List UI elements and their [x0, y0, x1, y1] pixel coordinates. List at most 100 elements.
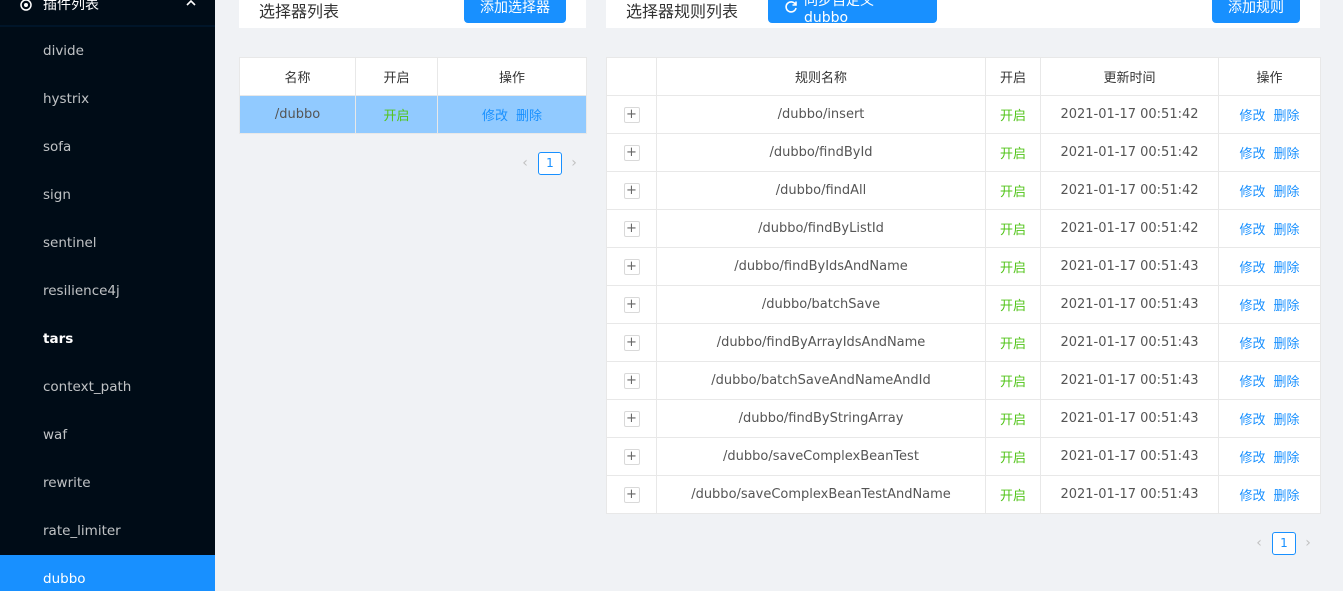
sidebar-item-waf[interactable]: waf [0, 411, 215, 459]
delete-link[interactable]: 删除 [1274, 109, 1300, 124]
status-text: 开启 [985, 171, 1041, 210]
updated-time: 2021-01-17 00:51:42 [1040, 95, 1219, 134]
delete-link[interactable]: 删除 [516, 109, 542, 124]
table-row[interactable]: + /dubbo/findByArrayIdsAndName 开启 2021-0… [606, 323, 1321, 362]
selector-table: 名称 开启 操作 /dubbo 开启 修改 删除 [239, 57, 587, 134]
table-row[interactable]: /dubbo 开启 修改 删除 [239, 95, 587, 134]
chevron-left-icon[interactable]: ‹ [1252, 532, 1266, 554]
table-row[interactable]: + /dubbo/batchSaveAndNameAndId 开启 2021-0… [606, 361, 1321, 400]
table-row[interactable]: + /dubbo/insert 开启 2021-01-17 00:51:42 修… [606, 95, 1321, 134]
expand-row-button[interactable]: + [623, 258, 640, 275]
expand-row-button[interactable]: + [623, 144, 640, 161]
edit-link[interactable]: 修改 [1239, 299, 1265, 314]
delete-link[interactable]: 删除 [1274, 337, 1300, 352]
rule-pagination: ‹ 1 › [1252, 532, 1318, 555]
sidebar-item-context-path[interactable]: context_path [0, 363, 215, 411]
status-text: 开启 [985, 437, 1041, 476]
updated-time: 2021-01-17 00:51:42 [1040, 133, 1219, 172]
chevron-left-icon[interactable]: ‹ [518, 152, 532, 174]
status-text: 开启 [985, 475, 1041, 514]
edit-link[interactable]: 修改 [1239, 375, 1265, 390]
table-row[interactable]: + /dubbo/saveComplexBeanTest 开启 2021-01-… [606, 437, 1321, 476]
updated-time: 2021-01-17 00:51:43 [1040, 361, 1219, 400]
chevron-up-icon[interactable] [186, 0, 196, 8]
delete-link[interactable]: 删除 [1274, 451, 1300, 466]
sidebar-item-rate-limiter[interactable]: rate_limiter [0, 507, 215, 555]
expand-row-button[interactable]: + [623, 372, 640, 389]
edit-link[interactable]: 修改 [1239, 451, 1265, 466]
rule-name: /dubbo/batchSave [656, 285, 986, 324]
table-row[interactable]: + /dubbo/saveComplexBeanTestAndName 开启 2… [606, 475, 1321, 514]
sync-dubbo-button[interactable]: 同步自定义 dubbo [768, 0, 937, 26]
sidebar-item-sofa[interactable]: sofa [0, 123, 215, 171]
sidebar-item-tars[interactable]: tars [0, 315, 215, 363]
rule-name: /dubbo/findAll [656, 171, 986, 210]
status-text: 开启 [985, 133, 1041, 172]
row-actions: 修改 删除 [1218, 437, 1321, 476]
sidebar-item-sentinel[interactable]: sentinel [0, 219, 215, 267]
table-row[interactable]: + /dubbo/findByIdsAndName 开启 2021-01-17 … [606, 247, 1321, 286]
submenu-title: 插件列表 [43, 0, 99, 13]
expand-row-button[interactable]: + [623, 220, 640, 237]
delete-link[interactable]: 删除 [1274, 375, 1300, 390]
updated-time: 2021-01-17 00:51:43 [1040, 285, 1219, 324]
edit-link[interactable]: 修改 [1239, 489, 1265, 504]
status-text: 开启 [985, 95, 1041, 134]
rule-panel-title: 选择器规则列表 [626, 2, 739, 21]
rule-table: 规则名称 开启 更新时间 操作 + /dubbo/insert 开启 2021-… [606, 57, 1321, 514]
chevron-right-icon[interactable]: › [567, 152, 581, 174]
setting-icon [20, 0, 32, 11]
page-number[interactable]: 1 [1272, 532, 1296, 555]
rule-name: /dubbo/insert [656, 95, 986, 134]
updated-time: 2021-01-17 00:51:43 [1040, 323, 1219, 362]
edit-link[interactable]: 修改 [1239, 147, 1265, 162]
expand-row-button[interactable]: + [623, 410, 640, 427]
rule-name: /dubbo/findByIdsAndName [656, 247, 986, 286]
table-row[interactable]: + /dubbo/findByStringArray 开启 2021-01-17… [606, 399, 1321, 438]
edit-link[interactable]: 修改 [1239, 261, 1265, 276]
edit-link[interactable]: 修改 [1239, 223, 1265, 238]
expand-row-button[interactable]: + [623, 296, 640, 313]
delete-link[interactable]: 删除 [1274, 413, 1300, 428]
delete-link[interactable]: 删除 [1274, 223, 1300, 238]
column-header-expand [606, 57, 657, 96]
edit-link[interactable]: 修改 [1239, 185, 1265, 200]
sidebar-item-dubbo[interactable]: dubbo [0, 555, 215, 591]
selector-pagination: ‹ 1 › [518, 152, 584, 175]
expand-row-button[interactable]: + [623, 106, 640, 123]
delete-link[interactable]: 删除 [1274, 489, 1300, 504]
status-text: 开启 [985, 399, 1041, 438]
rule-name: /dubbo/findByArrayIdsAndName [656, 323, 986, 362]
rule-name: /dubbo/saveComplexBeanTest [656, 437, 986, 476]
expand-row-button[interactable]: + [623, 448, 640, 465]
row-actions: 修改 删除 [1218, 475, 1321, 514]
delete-link[interactable]: 删除 [1274, 147, 1300, 162]
sync-icon [785, 1, 797, 13]
row-actions: 修改 删除 [437, 95, 587, 134]
sidebar-item-rewrite[interactable]: rewrite [0, 459, 215, 507]
edit-link[interactable]: 修改 [1239, 413, 1265, 428]
page-number[interactable]: 1 [538, 152, 562, 175]
delete-link[interactable]: 删除 [1274, 185, 1300, 200]
table-row[interactable]: + /dubbo/batchSave 开启 2021-01-17 00:51:4… [606, 285, 1321, 324]
expand-row-button[interactable]: + [623, 334, 640, 351]
sidebar-item-divide[interactable]: divide [0, 27, 215, 75]
delete-link[interactable]: 删除 [1274, 299, 1300, 314]
table-row[interactable]: + /dubbo/findAll 开启 2021-01-17 00:51:42 … [606, 171, 1321, 210]
table-row[interactable]: + /dubbo/findById 开启 2021-01-17 00:51:42… [606, 133, 1321, 172]
edit-link[interactable]: 修改 [1239, 109, 1265, 124]
add-selector-button[interactable]: 添加选择器 [464, 0, 566, 23]
sidebar-item-sign[interactable]: sign [0, 171, 215, 219]
add-rule-button[interactable]: 添加规则 [1212, 0, 1300, 23]
selector-panel-title: 选择器列表 [259, 2, 340, 21]
edit-link[interactable]: 修改 [482, 109, 508, 124]
chevron-right-icon[interactable]: › [1301, 532, 1315, 554]
delete-link[interactable]: 删除 [1274, 261, 1300, 276]
expand-row-button[interactable]: + [623, 182, 640, 199]
submenu-plugin-list[interactable]: 插件列表 [0, 0, 215, 25]
edit-link[interactable]: 修改 [1239, 337, 1265, 352]
expand-row-button[interactable]: + [623, 486, 640, 503]
sidebar-item-hystrix[interactable]: hystrix [0, 75, 215, 123]
table-row[interactable]: + /dubbo/findByListId 开启 2021-01-17 00:5… [606, 209, 1321, 248]
sidebar-item-resilience4j[interactable]: resilience4j [0, 267, 215, 315]
